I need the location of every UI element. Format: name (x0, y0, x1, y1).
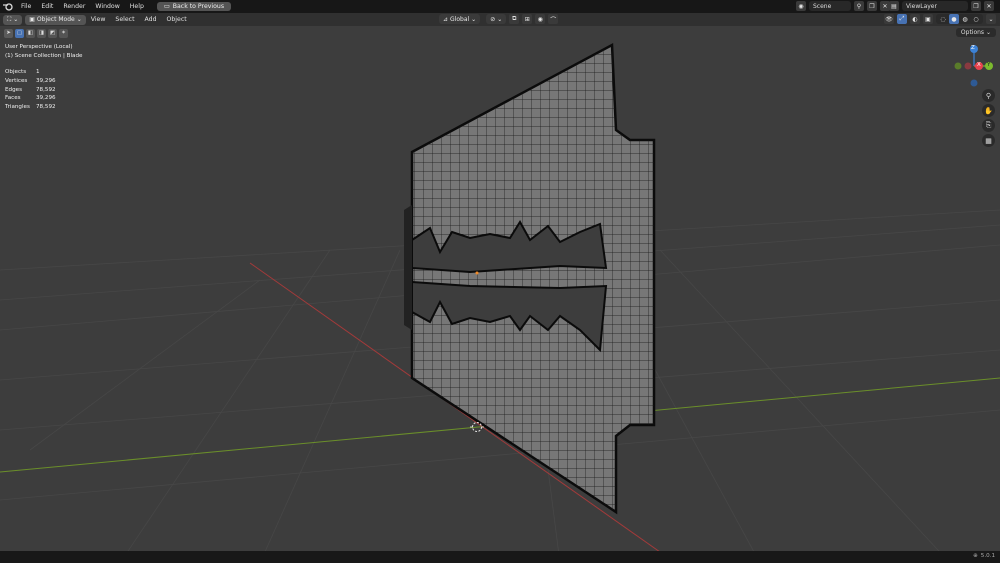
stat-row: Vertices 39,296 (5, 77, 56, 86)
status-bar: ⊕ 5.0.1 (0, 551, 1000, 563)
back-icon: ▭ (163, 3, 170, 10)
camera-view-icon[interactable]: ⎘ (982, 119, 995, 132)
neg-x-axis-ball (964, 62, 972, 70)
stat-value: 39,296 (36, 77, 56, 84)
menu-view[interactable]: View (86, 16, 111, 23)
select-extend-icon[interactable]: ◧ (26, 28, 35, 38)
pan-hand-icon[interactable]: ✋ (982, 104, 995, 117)
perspective-toggle-icon[interactable]: ▦ (982, 134, 995, 147)
origin-dot (475, 271, 479, 275)
orientation-icon: ⊿ (443, 15, 449, 23)
material-shading-icon[interactable]: ◍ (960, 14, 970, 24)
gizmo-y-label[interactable]: Y (987, 62, 990, 68)
options-dropdown[interactable]: Options ⌄ (955, 28, 996, 37)
stat-row: Objects 1 (5, 68, 56, 77)
menu-render[interactable]: Render (58, 3, 90, 10)
scene-icon[interactable]: ◉ (796, 1, 806, 11)
gizmo-x-label[interactable]: X (977, 62, 981, 68)
menu-add[interactable]: Add (140, 16, 162, 23)
viewport-info: User Perspective (Local) (1) Scene Colle… (5, 43, 82, 60)
viewport-shading-controls: 👁 ⤢ ◐ ▣ ◌ ● ◍ ○ ⌄ (884, 14, 996, 24)
stat-value: 78,592 (36, 104, 56, 111)
view-layer-selector: ▤ ViewLayer ❐ ✕ (889, 1, 994, 11)
menu-window[interactable]: Window (90, 3, 124, 10)
orientation-selector[interactable]: ⊿ Global ⌄ (439, 14, 481, 24)
menu-help[interactable]: Help (125, 3, 149, 10)
menu-object[interactable]: Object (162, 16, 192, 23)
zoom-icon[interactable]: ⚲ (982, 89, 995, 102)
new-scene-icon[interactable]: ❐ (867, 1, 877, 11)
neg-y-axis-ball (954, 62, 962, 70)
editor-type-button[interactable]: ⛶ ⌄ (3, 14, 23, 25)
stat-label: Objects (5, 69, 27, 75)
menu-select[interactable]: Select (110, 16, 139, 23)
version-label: 5.0.1 (980, 553, 995, 559)
stat-row: Triangles 78,592 (5, 103, 56, 112)
stat-label: Vertices (5, 77, 28, 84)
globe-icon: ⊕ (973, 553, 978, 559)
stat-row: Edges 78,592 (5, 86, 56, 95)
scene-selector: ◉ Scene ⚲ ❐ ✕ (796, 1, 890, 11)
scene-statistics: Objects 1 Vertices 39,296 Edges 78,592 Face… (5, 68, 56, 112)
new-view-layer-icon[interactable]: ❐ (971, 1, 981, 11)
pivot-icon: ⊘ (490, 15, 496, 23)
chevron-down-icon: ⌄ (471, 15, 477, 23)
pivot-point-button[interactable]: ⊘ ⌄ (486, 14, 507, 24)
snap-target-icon[interactable]: ⊞ (522, 14, 533, 24)
shading-mode-group: ◌ ● ◍ ○ (936, 14, 983, 24)
gizmo-toggle-icon[interactable]: ⤢ (897, 14, 907, 24)
perspective-label: User Perspective (Local) (5, 44, 73, 50)
scene-name-field[interactable]: Scene (809, 1, 851, 11)
chevron-down-icon: ⌄ (76, 16, 82, 23)
snap-toggle-icon[interactable]: ⧉ (509, 14, 520, 24)
stat-value: 78,592 (36, 86, 56, 93)
overlay-icon[interactable]: ◐ (910, 14, 920, 24)
collection-label: (1) Scene Collection | Blade (5, 52, 83, 59)
pin-icon[interactable]: ⚲ (854, 1, 864, 11)
gizmo-z-label[interactable]: Z (971, 45, 975, 51)
blender-logo-icon[interactable] (0, 0, 16, 13)
mode-label: Object Mode (36, 16, 75, 23)
proportional-falloff-icon[interactable]: ⌒ (548, 14, 559, 24)
view-layer-icon[interactable]: ▤ (889, 1, 899, 11)
select-invert-icon[interactable]: ◩ (48, 28, 57, 38)
stat-value: 1 (36, 69, 40, 75)
top-menubar: File Edit Render Window Help ▭ Back to P… (0, 0, 1000, 13)
select-tool-icon[interactable]: ➤ (4, 28, 13, 38)
xray-icon[interactable]: ▣ (923, 14, 933, 24)
stat-label: Triangles (5, 104, 30, 111)
object-mode-icon: ▣ (29, 16, 35, 23)
orientation-label: Global (450, 15, 470, 23)
neg-z-axis-ball (970, 79, 978, 87)
solid-shading-icon[interactable]: ● (949, 14, 959, 24)
transform-controls: ⊿ Global ⌄ ⊘ ⌄ ⧉ ⊞ ◉ ⌒ (436, 14, 559, 24)
stat-label: Edges (5, 86, 22, 93)
proportional-edit-icon[interactable]: ◉ (535, 14, 546, 24)
back-to-previous-button[interactable]: ▭ Back to Previous (156, 2, 232, 11)
menu-edit[interactable]: Edit (36, 3, 58, 10)
viewport-icon: ⛶ (7, 15, 12, 23)
delete-view-layer-icon[interactable]: ✕ (984, 1, 994, 11)
select-new-icon[interactable]: ▢ (15, 28, 24, 38)
select-intersect-icon[interactable]: ✶ (59, 28, 68, 38)
viewport-header: ⛶ ⌄ ▣ Object Mode ⌄ View Select Add Objec… (0, 13, 1000, 26)
mode-selector[interactable]: ▣ Object Mode ⌄ (25, 14, 86, 25)
viewport-canvas[interactable] (0, 0, 1000, 563)
stat-value: 39,296 (36, 95, 56, 102)
back-to-previous-label: Back to Previous (172, 3, 225, 10)
stat-label: Faces (5, 95, 21, 102)
view-layer-field[interactable]: ViewLayer (902, 1, 968, 11)
rendered-shading-icon[interactable]: ○ (971, 14, 981, 24)
menu-file[interactable]: File (16, 3, 36, 10)
stat-row: Faces 39,296 (5, 94, 56, 103)
options-label: Options (960, 29, 985, 36)
visibility-icon[interactable]: 👁 (884, 14, 894, 24)
blade-mesh (404, 42, 656, 515)
wireframe-shading-icon[interactable]: ◌ (938, 14, 948, 24)
select-subtract-icon[interactable]: ◨ (37, 28, 46, 38)
selection-toolbar: ➤ ▢ ◧ ◨ ◩ ✶ (4, 27, 68, 39)
shading-options-icon[interactable]: ⌄ (986, 14, 996, 24)
version-info: ⊕ 5.0.1 (973, 553, 995, 559)
